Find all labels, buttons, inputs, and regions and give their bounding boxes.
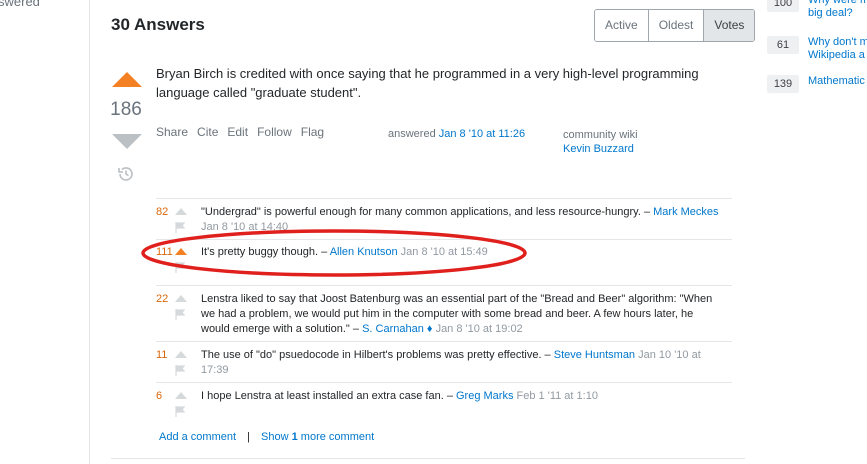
comment-body: I hope Lenstra at least installed an ext… [201,390,444,402]
comment-item: 6 I hope Lenstra at least installed an e… [156,383,732,425]
vote-count: 186 [110,99,142,120]
comment-user-link[interactable]: S. Carnahan ♦ [362,323,432,335]
comment-upvote-icon[interactable] [175,351,187,358]
hot-question-score: 139 [767,75,799,93]
answered-time-link[interactable]: Jan 8 '10 at 11:26 [439,128,525,140]
show-more-suffix: more comment [297,431,375,443]
left-sidebar: swered [0,0,90,464]
flag-icon[interactable] [175,406,185,417]
follow-link[interactable]: Follow [257,125,292,139]
downvote-arrow-icon[interactable] [112,134,142,149]
show-more-prefix: Show [261,431,292,443]
comment-dash: – [640,206,651,218]
hot-question-link[interactable]: Why don't m Wikipedia a [808,36,867,62]
sort-tab-oldest[interactable]: Oldest [647,10,704,41]
history-icon[interactable] [117,165,135,183]
sort-tab-active[interactable]: Active [595,10,648,41]
comment-item: 11 The use of "do" psuedocode in Hilbert… [156,342,732,383]
add-comment-link[interactable]: Add a comment [159,431,236,443]
comment-item: 22 Lenstra liked to say that Joost Baten… [156,286,732,342]
answer-sort-tabs: Active Oldest Votes [594,9,756,42]
flag-link[interactable]: Flag [301,125,324,139]
comment-text: Lenstra liked to say that Joost Batenbur… [201,292,721,337]
comment-user-link[interactable]: Steve Huntsman [554,349,635,361]
answers-count-heading: 30 Answers [111,15,205,34]
comment-text: I hope Lenstra at least installed an ext… [201,389,721,404]
annotation-ellipse [141,229,527,277]
comment-score: 11 [156,349,168,361]
hot-question-link[interactable]: Mathematic [808,75,867,88]
comment-body: The use of "do" psuedocode in Hilbert's … [201,349,542,361]
community-wiki-label: community wiki [563,129,638,141]
community-wiki-signature: community wiki Kevin Buzzard [563,128,638,156]
comment-user-link[interactable]: Greg Marks [456,390,513,402]
hot-question-link[interactable]: Why were m big deal? [808,0,867,20]
show-more-comments-link[interactable]: Show 1 more comment [261,431,374,443]
answer-divider [111,458,745,459]
answer-body: Bryan Birch is credited with once saying… [156,66,699,100]
comment-text: The use of "do" psuedocode in Hilbert's … [201,348,721,378]
comment-date[interactable]: Feb 1 '11 at 1:10 [517,390,598,402]
comment-body: "Undergrad" is powerful enough for many … [201,206,641,218]
hot-question-score: 100 [767,0,799,12]
comment-dash: – [541,349,554,361]
upvote-arrow-icon[interactable] [112,72,142,87]
comment-upvote-icon[interactable] [175,208,187,215]
hot-question-score: 61 [767,36,799,54]
edit-link[interactable]: Edit [227,125,248,139]
comment-score: 6 [156,390,163,402]
comment-actions-separator: | [247,431,250,443]
comment-upvote-icon[interactable] [175,295,187,302]
comment-actions: Add a comment | Show 1 more comment [159,431,374,443]
comment-date[interactable]: Jan 8 '10 at 19:02 [436,323,523,335]
sidebar-cut-text[interactable]: swered [0,0,40,9]
comment-score: 82 [156,206,169,218]
comment-upvote-icon[interactable] [175,392,187,399]
cite-link[interactable]: Cite [197,125,218,139]
comment-dash: – [349,323,363,335]
answer-author-link[interactable]: Kevin Buzzard [563,142,638,156]
comment-dash: – [443,390,456,402]
flag-icon[interactable] [175,365,185,376]
comment-user-link[interactable]: Mark Meckes [653,206,718,218]
post-menu: Share Cite Edit Follow Flag [156,125,324,139]
answered-label: answered [388,128,436,140]
share-link[interactable]: Share [156,125,188,139]
sort-tab-votes[interactable]: Votes [703,10,755,41]
answered-timestamp: answered Jan 8 '10 at 11:26 [388,128,525,140]
flag-icon[interactable] [175,309,185,320]
comment-score: 22 [156,293,169,305]
